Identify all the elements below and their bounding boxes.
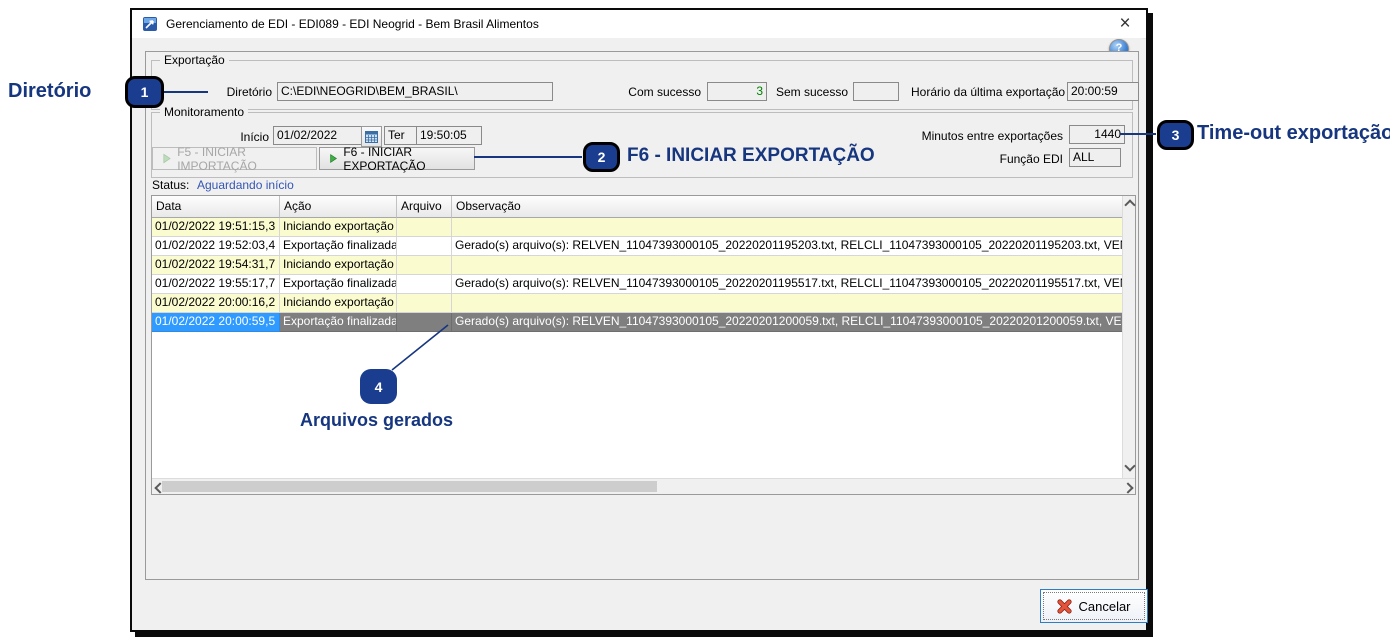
cell-observacao	[452, 218, 1122, 237]
table-row[interactable]: 01/02/2022 19:55:17,7 Exportação finaliz…	[152, 275, 1122, 294]
cell-observacao: Gerado(s) arquivo(s): RELVEN_11047393000…	[452, 237, 1122, 256]
cell-data: 01/02/2022 20:00:59,5	[152, 313, 280, 332]
app-window: Gerenciamento de EDI - EDI089 - EDI Neog…	[130, 8, 1148, 632]
status-label: Status:	[152, 178, 190, 192]
cell-acao: Exportação finalizada	[280, 275, 397, 294]
cell-data: 01/02/2022 19:52:03,4	[152, 237, 280, 256]
annotation-label-timeout: Time-out exportação	[1197, 122, 1390, 144]
log-grid: Data Ação Arquivo Observação 01/02/2022 …	[151, 195, 1136, 495]
cell-acao: Iniciando exportação	[280, 256, 397, 275]
cell-arquivo	[397, 218, 452, 237]
cell-observacao: Gerado(s) arquivo(s): RELVEN_11047393000…	[452, 275, 1122, 294]
col-header-data[interactable]: Data	[152, 196, 280, 218]
screenshot-canvas: Gerenciamento de EDI - EDI089 - EDI Neog…	[0, 0, 1390, 640]
col-header-observacao[interactable]: Observação	[452, 196, 1122, 218]
cell-arquivo	[397, 313, 452, 332]
cell-data: 01/02/2022 20:00:16,2	[152, 294, 280, 313]
cell-observacao	[452, 294, 1122, 313]
annotation-badge-4: 4	[360, 369, 397, 404]
sem-sucesso-field[interactable]	[853, 82, 899, 101]
cancel-button[interactable]: Cancelar	[1040, 589, 1148, 623]
inicio-label: Início	[240, 130, 269, 144]
close-icon[interactable]: ×	[1114, 12, 1136, 36]
sem-sucesso-label: Sem sucesso	[775, 85, 848, 99]
cell-arquivo	[397, 256, 452, 275]
table-row-selected[interactable]: 01/02/2022 20:00:59,5 Exportação finaliz…	[152, 313, 1122, 332]
com-sucesso-label: Com sucesso	[628, 85, 701, 99]
scrollbar-thumb[interactable]	[162, 481, 657, 492]
diretorio-field[interactable]: C:\EDI\NEOGRID\BEM_BRASIL\	[277, 82, 553, 101]
inicio-date-field[interactable]: 01/02/2022	[273, 126, 365, 145]
cell-data: 01/02/2022 19:54:31,7	[152, 256, 280, 275]
annotation-badge-2: 2	[583, 142, 620, 172]
horario-field[interactable]: 20:00:59	[1067, 82, 1139, 101]
scroll-down-icon[interactable]	[1124, 460, 1136, 472]
f5-iniciar-importacao-button[interactable]: F5 - INICIAR IMPORTAÇÃO	[152, 144, 317, 173]
scroll-up-icon[interactable]	[1124, 199, 1136, 211]
play-icon	[330, 154, 337, 163]
cell-acao: Exportação finalizada	[280, 313, 397, 332]
col-header-arquivo[interactable]: Arquivo	[397, 196, 452, 218]
cell-arquivo	[397, 294, 452, 313]
focus-rect	[1043, 592, 1145, 620]
group-monitoramento-label: Monitoramento	[160, 105, 249, 119]
annotation-label-f6: F6 - INICIAR EXPORTAÇÃO	[627, 145, 875, 166]
annotation-label-arquivos: Arquivos gerados	[300, 410, 454, 430]
annotation-label-diretorio: Diretório	[8, 80, 92, 102]
table-row[interactable]: 01/02/2022 19:54:31,7 Iniciando exportaç…	[152, 256, 1122, 275]
inicio-time-field[interactable]: 19:50:05	[416, 126, 482, 145]
table-row[interactable]: 01/02/2022 20:00:16,2 Iniciando exportaç…	[152, 294, 1122, 313]
f5-button-label: F5 - INICIAR IMPORTAÇÃO	[177, 144, 257, 173]
cell-arquivo	[397, 275, 452, 294]
cell-observacao	[452, 256, 1122, 275]
annotation-badge-3: 3	[1157, 120, 1194, 150]
cell-arquivo	[397, 237, 452, 256]
group-exportacao-label: Exportação	[160, 53, 229, 67]
diretorio-label: Diretório	[226, 85, 272, 99]
cell-acao: Iniciando exportação	[280, 294, 397, 313]
f6-iniciar-exportacao-button[interactable]: F6 - INICIAR EXPORTAÇÃO	[319, 144, 475, 173]
table-row[interactable]: 01/02/2022 19:51:15,3 Iniciando exportaç…	[152, 218, 1122, 237]
funcao-edi-label: Função EDI	[999, 152, 1063, 166]
window-title: Gerenciamento de EDI - EDI089 - EDI Neog…	[166, 17, 539, 31]
annotation-badge-1: 1	[125, 76, 164, 108]
cell-data: 01/02/2022 19:55:17,7	[152, 275, 280, 294]
cell-acao: Iniciando exportação	[280, 218, 397, 237]
minutos-label: Minutos entre exportações	[921, 129, 1063, 143]
app-icon	[143, 17, 157, 31]
horario-label: Horário da última exportação	[911, 85, 1066, 99]
horizontal-scrollbar[interactable]	[152, 478, 1135, 494]
title-bar: Gerenciamento de EDI - EDI089 - EDI Neog…	[132, 10, 1146, 39]
main-panel: Exportação Diretório C:\EDI\NEOGRID\BEM_…	[145, 51, 1139, 580]
scroll-right-icon[interactable]	[1122, 482, 1134, 494]
cell-observacao: Gerado(s) arquivo(s): RELVEN_11047393000…	[452, 313, 1122, 332]
minutos-field[interactable]: 1440	[1069, 125, 1125, 144]
weekday-field[interactable]: Ter	[384, 126, 419, 145]
col-header-acao[interactable]: Ação	[280, 196, 397, 218]
f6-button-label: F6 - INICIAR EXPORTAÇÃO	[343, 144, 426, 173]
funcao-edi-field[interactable]: ALL	[1069, 148, 1121, 167]
cell-data: 01/02/2022 19:51:15,3	[152, 218, 280, 237]
grid-header: Data Ação Arquivo Observação	[152, 196, 1122, 218]
client-area: ? Exportação Diretório C:\EDI\NEOGRID\BE…	[132, 38, 1148, 626]
cell-acao: Exportação finalizada	[280, 237, 397, 256]
play-icon-disabled	[163, 153, 171, 164]
vertical-scrollbar[interactable]	[1122, 196, 1136, 478]
table-row[interactable]: 01/02/2022 19:52:03,4 Exportação finaliz…	[152, 237, 1122, 256]
status-value: Aguardando início	[197, 178, 294, 192]
